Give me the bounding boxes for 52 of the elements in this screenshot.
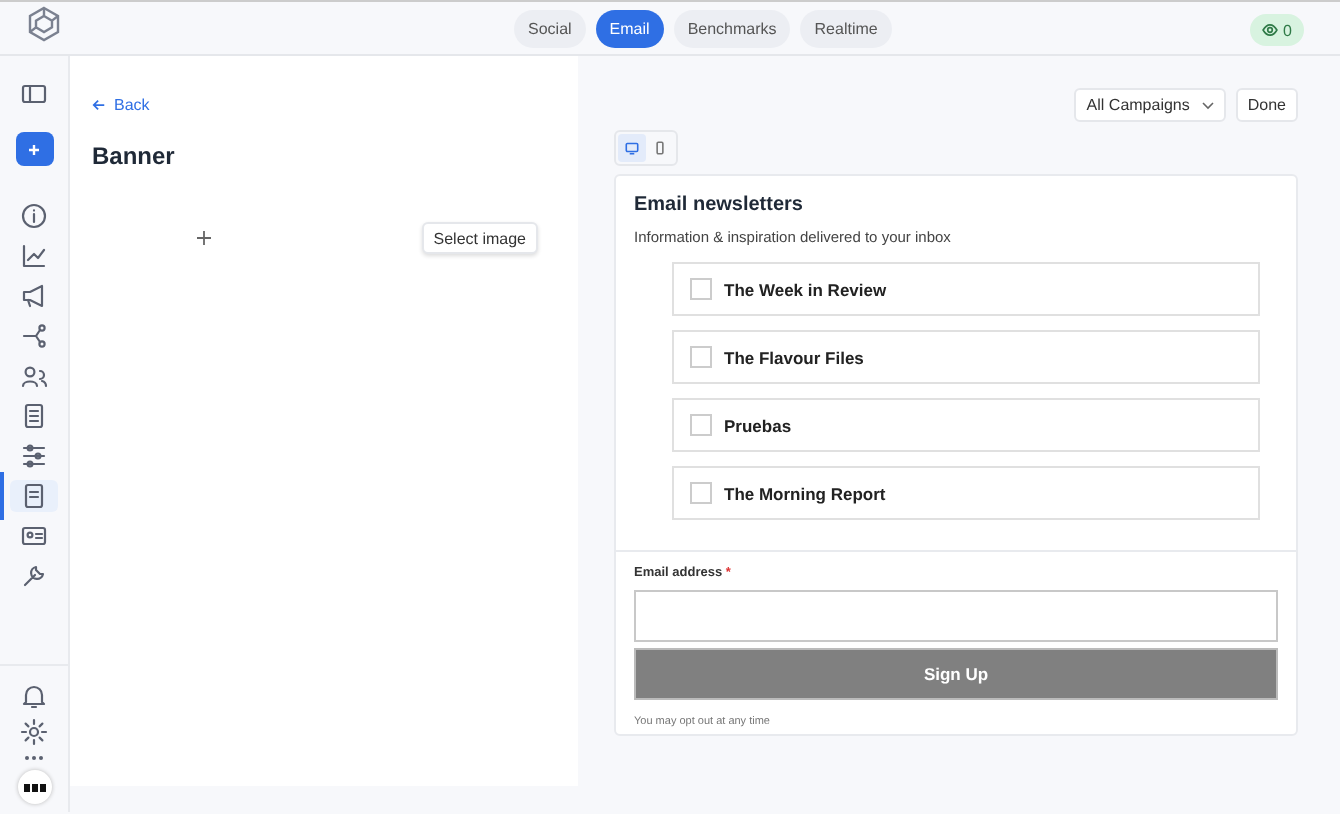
newsletter-option[interactable]: The Morning Report	[672, 466, 1260, 520]
checkbox[interactable]	[690, 482, 712, 504]
checkbox[interactable]	[690, 346, 712, 368]
share-icon	[20, 322, 48, 350]
avatar-icon	[23, 783, 45, 791]
done-button[interactable]: Done	[1235, 88, 1298, 122]
nav-tab[interactable]: Email	[595, 10, 664, 48]
newsletter-option[interactable]: The Flavour Files	[672, 330, 1260, 384]
sliders-icon	[20, 442, 48, 470]
phone-icon	[652, 140, 668, 156]
wrench-icon	[20, 562, 48, 590]
sidebar-item[interactable]	[10, 480, 58, 512]
eye-icon	[1261, 22, 1278, 38]
users-icon	[20, 362, 48, 390]
avatar[interactable]	[17, 770, 51, 804]
nav-tab[interactable]: Realtime	[800, 10, 892, 48]
form-heading: Email newsletters	[634, 194, 805, 216]
plus-icon	[28, 143, 40, 155]
nav-tab[interactable]: Social	[514, 10, 586, 48]
newsletter-option[interactable]: Pruebas	[672, 398, 1260, 452]
checkbox[interactable]	[690, 278, 712, 300]
info-icon	[20, 202, 48, 230]
megaphone-icon	[20, 282, 48, 310]
plus-icon[interactable]	[196, 230, 212, 246]
line-chart-icon	[20, 242, 48, 270]
select-image-button[interactable]: Select image	[421, 222, 538, 254]
document-icon	[20, 482, 48, 510]
newsletter-option[interactable]: The Week in Review	[672, 262, 1260, 316]
bell-icon	[20, 682, 48, 710]
list-icon	[20, 402, 48, 430]
more-icon	[24, 754, 44, 762]
arrow-left-icon	[92, 98, 106, 112]
nav-tab[interactable]: Benchmarks	[673, 10, 791, 48]
new-button[interactable]	[15, 132, 53, 166]
sign-up-button[interactable]: Sign Up	[634, 648, 1278, 700]
viewer-count: 0	[1283, 21, 1292, 39]
option-label: The Morning Report	[724, 483, 886, 503]
chevron-down-icon	[1201, 101, 1214, 109]
checkbox[interactable]	[690, 414, 712, 436]
logo-icon	[26, 5, 62, 41]
desktop-view-button[interactable]	[618, 134, 646, 162]
option-label: The Flavour Files	[724, 347, 864, 367]
monitor-icon	[624, 140, 640, 156]
settings-icon	[20, 718, 48, 746]
email-field[interactable]	[634, 590, 1278, 642]
option-label: Pruebas	[724, 415, 792, 435]
option-label: The Week in Review	[724, 279, 887, 299]
campaign-select[interactable]: All Campaigns	[1074, 88, 1226, 122]
id-card-icon	[20, 522, 48, 550]
back-link[interactable]: Back	[92, 96, 150, 114]
panel-title: Banner	[92, 142, 177, 170]
sidebar-toggle-icon	[20, 80, 48, 108]
